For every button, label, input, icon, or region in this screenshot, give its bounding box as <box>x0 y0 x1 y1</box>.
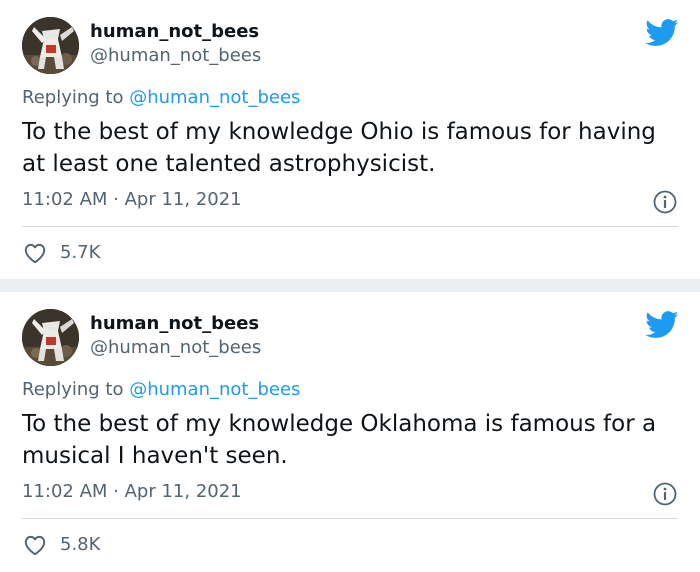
user-handle[interactable]: @human_not_bees <box>90 337 261 359</box>
tweet-card: human_not_bees @human_not_bees Replying … <box>0 292 700 572</box>
user-handle[interactable]: @human_not_bees <box>90 45 261 67</box>
divider <box>22 226 678 227</box>
avatar[interactable] <box>22 309 79 366</box>
tweet-text: To the best of my knowledge Ohio is famo… <box>22 119 656 177</box>
divider <box>22 518 678 519</box>
info-icon[interactable] <box>652 481 678 507</box>
tweet-timestamp[interactable]: 11:02 AM · Apr 11, 2021 <box>22 481 242 503</box>
tweet-card: human_not_bees @human_not_bees Replying … <box>0 0 700 279</box>
info-icon[interactable] <box>652 189 678 215</box>
replying-prefix: Replying to <box>22 87 130 108</box>
twitter-bird-icon[interactable] <box>645 19 679 47</box>
heart-icon[interactable] <box>22 240 48 266</box>
replying-to: Replying to @human_not_bees <box>22 87 300 109</box>
tweet-text: To the best of my knowledge Oklahoma is … <box>22 411 657 469</box>
avatar[interactable] <box>22 17 79 74</box>
like-count[interactable]: 5.8K <box>60 534 100 556</box>
heart-icon[interactable] <box>22 532 48 558</box>
display-name[interactable]: human_not_bees <box>90 313 259 335</box>
twitter-bird-icon[interactable] <box>645 311 679 339</box>
replying-prefix: Replying to <box>22 379 130 400</box>
tweet-timestamp[interactable]: 11:02 AM · Apr 11, 2021 <box>22 189 242 211</box>
replying-to-link[interactable]: @human_not_bees <box>129 379 300 400</box>
replying-to: Replying to @human_not_bees <box>22 379 300 401</box>
like-count[interactable]: 5.7K <box>60 242 100 264</box>
display-name[interactable]: human_not_bees <box>90 21 259 43</box>
replying-to-link[interactable]: @human_not_bees <box>129 87 300 108</box>
